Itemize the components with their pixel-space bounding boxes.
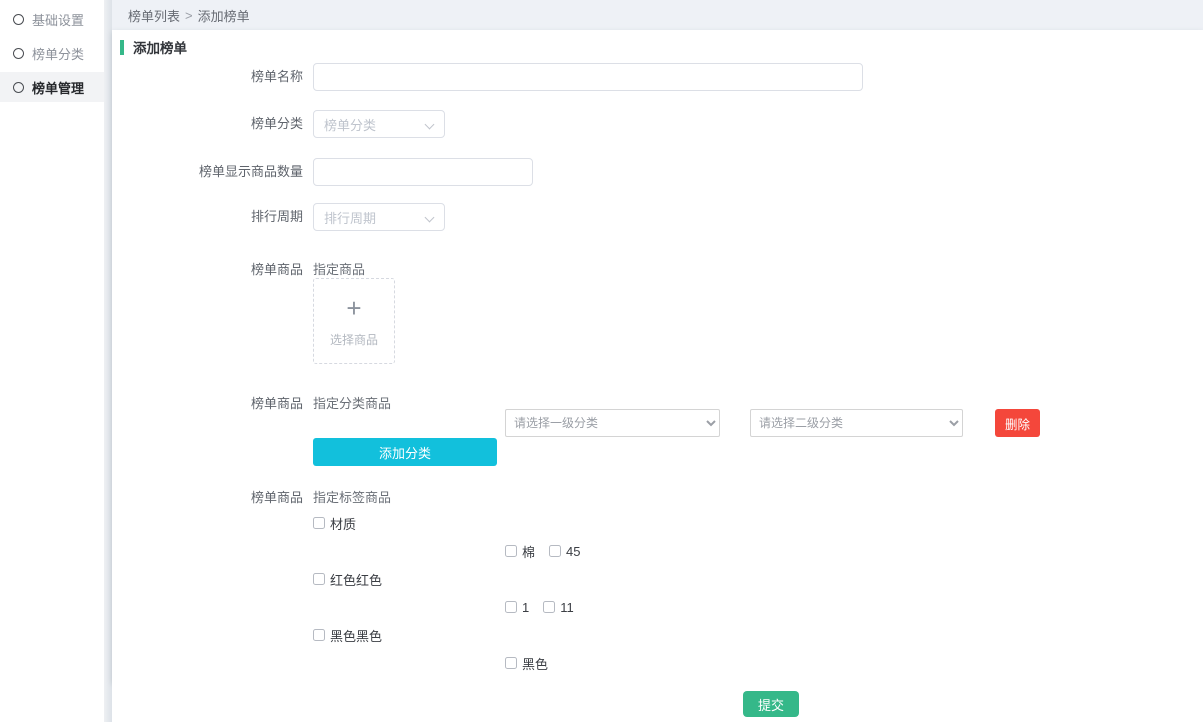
delete-button[interactable]: 删除	[995, 409, 1040, 437]
tag-group-material[interactable]: 材质	[313, 514, 356, 533]
section-header: 添加榜单	[120, 38, 187, 56]
checkbox[interactable]	[505, 657, 517, 669]
select-goods-text: 选择商品	[330, 331, 378, 348]
footer-bar: 提交	[112, 682, 1203, 722]
checkbox[interactable]	[549, 545, 561, 557]
select-goods-picker[interactable]: + 选择商品	[313, 278, 395, 364]
cycle-placeholder: 排行周期	[324, 208, 376, 227]
sidebar-item-basic-settings[interactable]: 基础设置	[0, 4, 104, 34]
tag-group-red[interactable]: 红色红色	[313, 570, 382, 589]
category-label: 榜单分类	[112, 110, 313, 138]
sidebar-item-label: 榜单分类	[32, 44, 84, 63]
sidebar: 基础设置 榜单分类 榜单管理	[0, 0, 104, 722]
sidebar-item-label: 榜单管理	[32, 78, 84, 97]
display-count-label: 榜单显示商品数量	[112, 158, 313, 186]
radio-circle-icon	[13, 82, 24, 93]
submit-button[interactable]: 提交	[743, 691, 799, 717]
form-row-goods-tag: 榜单商品 指定标签商品	[112, 484, 1203, 512]
tag-group-black[interactable]: 黑色黑色	[313, 626, 382, 645]
checkbox[interactable]	[505, 545, 517, 557]
accent-bar	[120, 40, 124, 55]
category-placeholder: 榜单分类	[324, 115, 376, 134]
breadcrumb-parent-link[interactable]: 榜单列表	[128, 6, 180, 25]
radio-circle-icon	[13, 14, 24, 25]
sidebar-divider	[104, 0, 112, 722]
tag-child-11[interactable]: 11	[543, 600, 574, 615]
category-select-row: 请选择一级分类 请选择二级分类 删除	[112, 409, 1203, 437]
breadcrumb-current: 添加榜单	[198, 6, 250, 25]
form-row-name: 榜单名称	[112, 63, 1203, 91]
goods-tag-label: 榜单商品	[112, 484, 313, 512]
level1-category-select[interactable]: 请选择一级分类	[505, 409, 720, 437]
goods-tag-sublabel: 指定标签商品	[313, 484, 391, 512]
cycle-label: 排行周期	[112, 203, 313, 231]
add-ranking-panel: 添加榜单 榜单名称 榜单分类 榜单分类 榜单显示商品数量 排行周期 排行周期	[112, 30, 1203, 682]
name-input[interactable]	[313, 63, 863, 91]
sidebar-item-ranking-category[interactable]: 榜单分类	[0, 38, 104, 68]
page-title: 添加榜单	[133, 37, 187, 57]
category-select[interactable]: 榜单分类	[313, 110, 445, 138]
form-row-category: 榜单分类 榜单分类	[112, 110, 1203, 138]
cycle-select[interactable]: 排行周期	[313, 203, 445, 231]
plus-icon: +	[346, 295, 361, 321]
form-row-cycle: 排行周期 排行周期	[112, 203, 1203, 231]
tag-group-row: 黑色黑色	[313, 627, 382, 643]
tag-group-row: 红色红色	[313, 571, 382, 587]
radio-circle-icon	[13, 48, 24, 59]
main-area: 榜单列表 > 添加榜单 添加榜单 榜单名称 榜单分类 榜单分类 榜单显示商品数量	[112, 0, 1203, 722]
checkbox[interactable]	[313, 517, 325, 529]
tag-child-45[interactable]: 45	[549, 544, 580, 559]
checkbox[interactable]	[505, 601, 517, 613]
breadcrumb-separator: >	[185, 8, 193, 23]
checkbox[interactable]	[313, 629, 325, 641]
level2-category-select[interactable]: 请选择二级分类	[750, 409, 963, 437]
breadcrumb: 榜单列表 > 添加榜单	[112, 0, 1203, 30]
tag-child-cotton[interactable]: 棉	[505, 542, 535, 561]
chevron-down-icon	[425, 213, 435, 223]
tag-children-row: 1 11	[505, 599, 574, 615]
checkbox[interactable]	[543, 601, 555, 613]
display-count-input[interactable]	[313, 158, 533, 186]
tag-group-row: 材质	[313, 515, 356, 531]
checkbox[interactable]	[313, 573, 325, 585]
goods-direct-label: 榜单商品	[112, 256, 313, 284]
tag-child-black[interactable]: 黑色	[505, 654, 548, 673]
tag-children-row: 棉 45	[505, 543, 580, 559]
add-category-button[interactable]: 添加分类	[313, 438, 497, 466]
form-row-display-count: 榜单显示商品数量	[112, 158, 1203, 186]
tag-children-row: 黑色	[505, 655, 548, 671]
sidebar-item-label: 基础设置	[32, 10, 84, 29]
chevron-down-icon	[425, 120, 435, 130]
form-row-goods-direct: 榜单商品 指定商品	[112, 256, 1203, 284]
name-label: 榜单名称	[112, 63, 313, 91]
sidebar-item-ranking-management[interactable]: 榜单管理	[0, 72, 104, 102]
tag-child-1[interactable]: 1	[505, 600, 529, 615]
